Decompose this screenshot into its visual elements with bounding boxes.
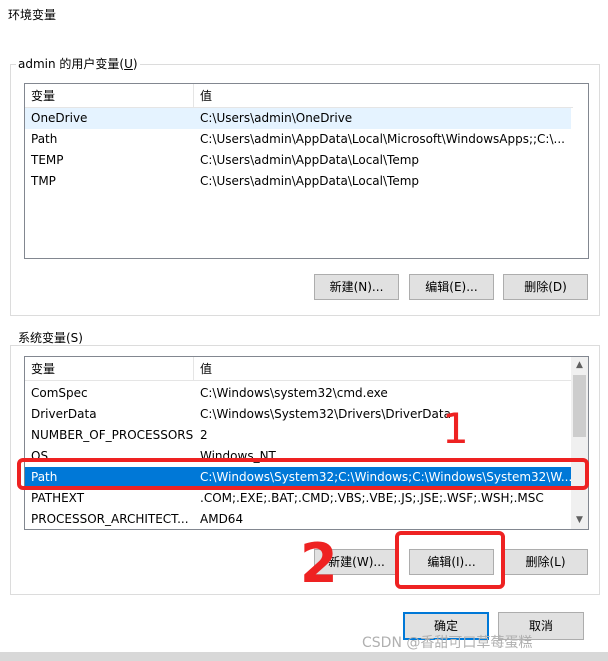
system-variable-row[interactable]: PROCESSOR_ARCHITECT... AMD64 xyxy=(25,509,571,529)
user-new-button[interactable]: 新建(N)... xyxy=(314,274,399,300)
user-variable-row[interactable]: Path C:\Users\admin\AppData\Local\Micros… xyxy=(25,129,571,150)
variable-name: OneDrive xyxy=(31,111,88,125)
user-variable-row[interactable]: TMP C:\Users\admin\AppData\Local\Temp xyxy=(25,171,571,192)
system-variable-row[interactable]: NUMBER_OF_PROCESSORS 2 xyxy=(25,425,571,446)
user-delete-button[interactable]: 删除(D) xyxy=(503,274,588,300)
column-header-value[interactable]: 值 xyxy=(194,357,573,381)
csdn-watermark: CSDN @香甜可口草莓蛋糕 xyxy=(362,635,533,651)
variable-name: PATHEXT xyxy=(31,491,85,505)
variable-name: DriverData xyxy=(31,407,97,421)
column-header-value[interactable]: 值 xyxy=(194,84,573,108)
system-variables-group-label: 系统变量(S) xyxy=(16,331,85,345)
variable-value: C:\Users\admin\AppData\Local\Microsoft\W… xyxy=(200,132,565,146)
window-title: 环境变量 xyxy=(8,8,57,22)
user-variables-group-label: admin 的用户变量(U) xyxy=(16,57,140,71)
variable-value: C:\Windows\System32;C:\Windows;C:\Window… xyxy=(200,470,571,484)
user-edit-button[interactable]: 编辑(E)... xyxy=(409,274,494,300)
variable-name: TEMP xyxy=(31,153,64,167)
user-variables-header: 变量 值 xyxy=(25,84,573,108)
user-variable-row[interactable]: TEMP C:\Users\admin\AppData\Local\Temp xyxy=(25,150,571,171)
system-variables-header: 变量 值 xyxy=(25,357,573,381)
variable-name: ComSpec xyxy=(31,386,88,400)
variable-value: C:\Users\admin\AppData\Local\Temp xyxy=(200,174,420,188)
user-variable-row[interactable]: OneDrive C:\Users\admin\OneDrive xyxy=(25,108,571,129)
column-header-variable[interactable]: 变量 xyxy=(25,357,194,381)
variable-value: C:\Windows\System32\Drivers\DriverData xyxy=(200,407,451,421)
variable-name: PROCESSOR_ARCHITECT... xyxy=(31,512,189,526)
system-new-button[interactable]: 新建(W)... xyxy=(314,549,399,575)
variable-name: Path xyxy=(31,132,58,146)
scroll-down-icon[interactable]: ▼ xyxy=(571,512,588,529)
system-edit-button[interactable]: 编辑(I)... xyxy=(409,549,494,575)
variable-name: TMP xyxy=(31,174,56,188)
variable-value: C:\Users\admin\OneDrive xyxy=(200,111,353,125)
system-delete-button[interactable]: 删除(L) xyxy=(503,549,588,575)
system-variable-row[interactable]: OS Windows_NT xyxy=(25,446,571,467)
variable-name: OS xyxy=(31,449,49,463)
variable-value: AMD64 xyxy=(200,512,244,526)
variable-value: C:\Windows\system32\cmd.exe xyxy=(200,386,388,400)
environment-variables-dialog: 环境变量 admin 的用户变量(U) 变量 值 OneDrive C:\Use… xyxy=(0,0,608,661)
variable-name: NUMBER_OF_PROCESSORS xyxy=(31,428,194,442)
system-variable-row[interactable]: PATHEXT .COM;.EXE;.BAT;.CMD;.VBS;.VBE;.J… xyxy=(25,488,571,509)
scroll-up-icon[interactable]: ▲ xyxy=(571,357,588,374)
title-bar[interactable]: 环境变量 xyxy=(0,0,608,30)
scrollbar-thumb[interactable] xyxy=(573,375,586,437)
system-variables-scrollbar[interactable]: ▲ ▼ xyxy=(571,357,588,529)
system-variable-row[interactable]: DriverData C:\Windows\System32\Drivers\D… xyxy=(25,404,571,425)
system-variable-row[interactable]: ComSpec C:\Windows\system32\cmd.exe xyxy=(25,383,571,404)
system-variables-list[interactable]: 变量 值 ComSpec C:\Windows\system32\cmd.exe… xyxy=(24,356,589,530)
variable-value: 2 xyxy=(200,428,208,442)
variable-value: .COM;.EXE;.BAT;.CMD;.VBS;.VBE;.JS;.JSE;.… xyxy=(200,491,544,505)
system-variable-row-path-selected[interactable]: Path C:\Windows\System32;C:\Windows;C:\W… xyxy=(25,467,571,488)
bottom-strip xyxy=(0,652,608,661)
variable-value: Windows_NT xyxy=(200,449,276,463)
user-variables-list[interactable]: 变量 值 OneDrive C:\Users\admin\OneDrive Pa… xyxy=(24,83,589,259)
variable-name: Path xyxy=(31,470,58,484)
variable-value: C:\Users\admin\AppData\Local\Temp xyxy=(200,153,420,167)
column-header-variable[interactable]: 变量 xyxy=(25,84,194,108)
